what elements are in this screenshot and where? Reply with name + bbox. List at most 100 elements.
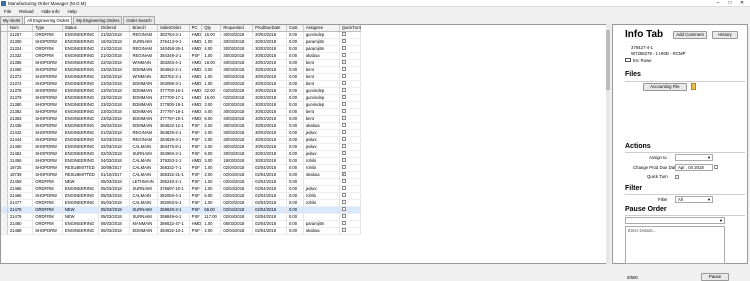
quickturn-cell[interactable] [339,136,362,144]
quickturn-checkbox[interactable] [341,116,346,121]
quickturn-cell[interactable] [339,213,362,221]
quickturn-checkbox[interactable] [341,32,346,37]
quickturn-checkbox[interactable] [341,221,346,226]
quickturn-cell[interactable] [339,143,362,151]
menu-hide-info[interactable]: Hide Info [38,9,64,14]
table-row[interactable]: 21324 ORDFRM ENGINEERING 21/02/2018 REGINAM 3… [1,45,362,53]
quickturn-checkbox[interactable] [341,123,346,128]
pause-details-input[interactable]: Enter Details... [625,226,725,264]
tab-my-alerts[interactable]: My Alerts [0,16,24,24]
email-contact[interactable]: Erc Rowe [633,58,652,63]
table-row[interactable]: 21478 ORDFRM NEW 05/03/2018 SURNAIM 359849-3-… [1,206,362,214]
scrollbar-thumb[interactable] [606,30,610,90]
quickturn-checkbox[interactable] [341,81,346,86]
menu-reload[interactable]: Reload [15,9,37,14]
minimize-icon[interactable]: – [712,0,724,7]
quickturn-cell[interactable] [339,66,362,74]
quickturn-checkbox[interactable] [341,39,346,44]
quickturn-cell[interactable] [339,227,362,235]
quickturn-cell[interactable] [339,192,362,200]
quickturn-cell[interactable] [339,157,362,165]
table-row[interactable]: 21257 ORDFRM ENGINEERING 21/02/2018 REGINAM 3… [1,31,362,39]
quickturn-cell[interactable] [339,220,362,228]
table-row[interactable]: 21383 SHOPDRW ENGINEERING 23/02/2018 EDMMAIN… [1,115,362,123]
quickturn-checkbox[interactable] [341,109,346,114]
quickturn-checkbox[interactable] [341,171,346,177]
quickturn-checkbox[interactable] [341,102,346,107]
table-row[interactable]: 21477 ORDFRM ENGINEERING 05/03/2018 CALMAIN 3… [1,199,362,207]
quickturn-checkbox[interactable] [341,67,346,72]
quickturn-checkbox[interactable] [341,179,346,184]
tab-all-engineering-orders[interactable]: All Engineering Orders [24,16,73,24]
quickturn-checkbox[interactable] [341,200,346,205]
quickturn-checkbox[interactable] [341,46,346,51]
quickturn-cell[interactable] [339,115,362,123]
quickturn-cell[interactable] [339,101,362,109]
quickturn-cell[interactable] [339,164,362,172]
filter-select[interactable]: All ▼ [675,196,713,203]
table-row[interactable]: 21382 SHOPDRW ENGINEERING 23/02/2018 EDMMAIN… [1,108,362,116]
calendar-icon[interactable] [714,165,718,169]
maximize-icon[interactable]: □ [724,0,736,7]
quickturn-cell[interactable] [339,199,362,207]
table-row[interactable]: 21444 SHOPDRW ENGINEERING 02/03/2018 REGINAM… [1,136,362,144]
quickturn-cell[interactable] [339,31,362,39]
grid-scrollbar[interactable] [606,24,610,264]
history-button[interactable]: History [712,31,738,39]
email-icon[interactable] [625,58,631,62]
quickturn-cell[interactable] [339,206,362,214]
due-date-picker[interactable]: Apr , 04 2018 [675,164,713,171]
quickturn-checkbox[interactable] [341,130,346,135]
table-row[interactable]: 21356 SHOPDRW ENGINEERING 22/02/2018 WINMAIN… [1,59,362,67]
quickturn-cell[interactable] [339,38,362,46]
table-row[interactable]: 21380 SHOPDRW ENGINEERING 23/02/2018 EDMMAIN… [1,101,362,109]
table-row[interactable]: 21460 SHOPDRW ENGINEERING 02/03/2018 CALMAIN… [1,143,362,151]
table-row[interactable]: 21378 SHOPDRW ENGINEERING 23/02/2018 EDMMAIN… [1,87,362,95]
quickturn-cell[interactable] [339,171,362,179]
quickturn-checkbox[interactable] [341,137,346,142]
pause-button[interactable]: Pause [701,273,729,281]
table-row[interactable]: 21466 SHOPDRW ENGINEERING 05/03/2018 CALMAIN… [1,192,362,200]
table-row[interactable]: 21365 SHOPDRW ENGINEERING 23/02/2018 EDMMAIN… [1,66,362,74]
menu-help[interactable]: Help [64,9,81,14]
table-row[interactable]: 21488 SHOPDRW ENGINEERING 06/03/2018 EDMMAIN… [1,227,362,235]
quickturn-checkbox[interactable] [341,53,346,58]
accounting-file-button[interactable]: Accounting File [643,83,687,91]
quickturn-cell[interactable] [339,150,362,158]
table-row[interactable]: 21373 SHOPDRW ENGINEERING 23/02/2018 WINMAIN… [1,73,362,81]
table-row[interactable]: 21459 ORDFRM NEW 05/03/2018 LETHMAIN 385240-2… [1,178,362,186]
quickturn-checkbox[interactable] [341,158,346,163]
quickturn-cell[interactable] [339,178,362,186]
table-row[interactable]: 21374 SHOPDRW ENGINEERING 23/02/2018 EDMMAIN… [1,80,362,88]
quickturn-cell[interactable] [339,59,362,67]
quickturn-checkbox[interactable] [341,228,346,233]
quickturn-cell[interactable] [339,45,362,53]
table-row[interactable]: 21332 ORDFRM ENGINEERING 21/02/2018 REGINAM 3… [1,52,362,60]
quickturn-cell[interactable] [339,80,362,88]
table-row[interactable]: 21300 SHOPDRW ENGINEERING 16/02/2018 SURNAIM… [1,38,362,46]
quickturn-checkbox[interactable] [341,186,346,191]
quickturn-cell[interactable] [339,94,362,102]
quickturn-checkbox[interactable] [341,144,346,149]
table-row[interactable]: 21465 ORDFRM ENGINEERING 05/03/2018 SURNAIM 3… [1,185,362,193]
table-row[interactable]: 21479 ORDFRM NEW 05/03/2018 SURNAIM 359849-6-… [1,213,362,221]
table-row[interactable]: 21456 SHOPDRW ENGINEERING 04/03/2018 CALMAIN… [1,157,362,165]
quickturn-checkbox[interactable] [341,193,346,198]
quickturn-cell[interactable] [339,108,362,116]
add-comment-button[interactable]: Add Comment [673,31,707,39]
table-row[interactable]: 19725 SHOPDRW RESUBMITTED 30/09/2017 CALMAIN… [1,164,362,172]
tab-order-search[interactable]: Order Search [123,16,155,24]
quickturn-cell[interactable] [339,185,362,193]
quickturn-checkbox[interactable] [341,214,346,219]
assign-select[interactable]: ▼ [675,154,713,161]
quickturn-checkbox[interactable] [341,165,346,170]
tab-my-engineering-orders[interactable]: My Engineering Orders [73,16,123,24]
table-row[interactable]: 21442 SHOPDRW ENGINEERING 01/03/2018 REGINAM… [1,129,362,137]
quickturn-checkbox[interactable] [341,151,346,156]
quickturn-checkbox[interactable] [341,207,346,212]
quickturn-checkbox[interactable] [341,88,346,93]
quickturn-checkbox[interactable] [341,60,346,65]
quick-turn-checkbox[interactable] [675,175,679,179]
quickturn-checkbox[interactable] [341,74,346,79]
table-row[interactable]: 21462 SHOPDRW ENGINEERING 02/03/2018 SURNAIM… [1,150,362,158]
